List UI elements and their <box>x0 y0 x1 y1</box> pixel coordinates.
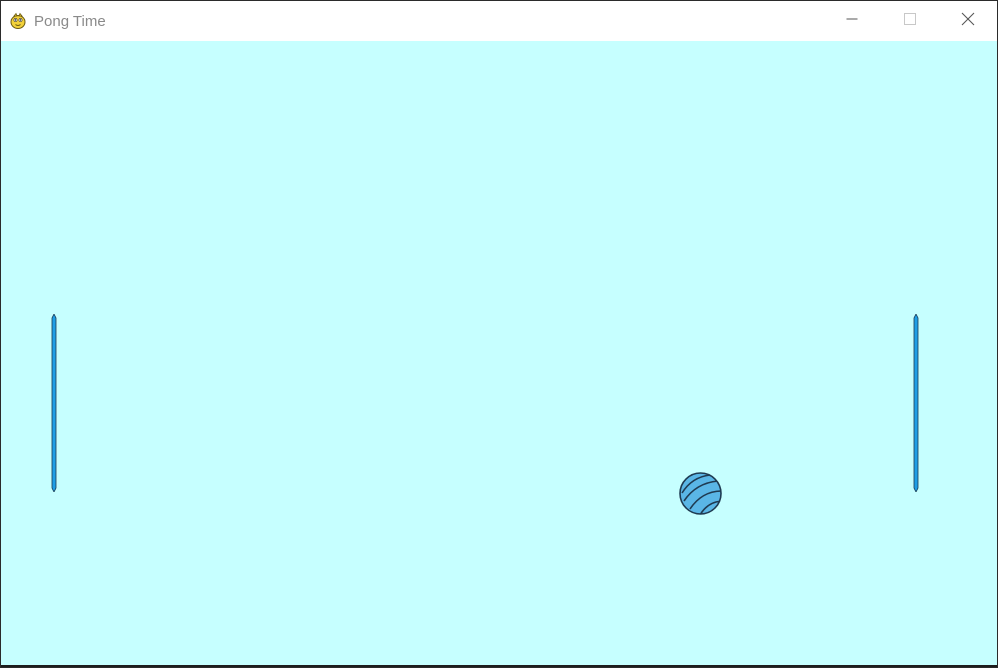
title-bar[interactable]: Pong Time <box>1 1 997 41</box>
close-button[interactable] <box>939 1 997 41</box>
right-paddle <box>913 313 919 493</box>
play-area[interactable] <box>1 41 997 667</box>
window-controls <box>823 1 997 41</box>
striped-ball-icon <box>678 471 723 516</box>
close-icon <box>961 12 975 31</box>
maximize-button[interactable] <box>881 1 939 41</box>
game-window: Pong Time <box>0 0 998 668</box>
window-bottom-border <box>1 665 997 667</box>
left-paddle <box>51 313 57 493</box>
pygame-snake-icon <box>9 12 27 30</box>
minimize-icon <box>846 12 858 30</box>
maximize-icon <box>904 12 916 30</box>
window-title: Pong Time <box>34 12 106 30</box>
minimize-button[interactable] <box>823 1 881 41</box>
